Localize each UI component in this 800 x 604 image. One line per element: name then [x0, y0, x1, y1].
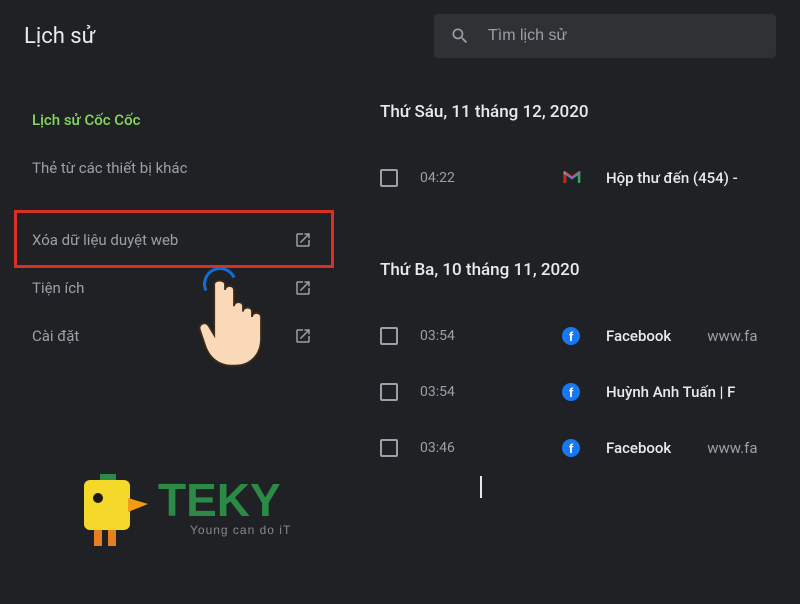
external-link-icon [294, 279, 312, 297]
sidebar-item-label: Lịch sử Cốc Cốc [32, 111, 140, 129]
page-title: Lịch sử [24, 24, 424, 49]
sidebar-item-extensions[interactable]: Tiện ích [28, 264, 328, 312]
entry-title: Hộp thư đến (454) - [606, 169, 738, 187]
gmail-icon [562, 169, 580, 187]
history-row[interactable]: 03:54 f Huỳnh Anh Tuấn | F [380, 364, 800, 420]
entry-time: 03:54 [420, 328, 470, 344]
day-group: Thứ Ba, 10 tháng 11, 2020 03:54 f Facebo… [380, 242, 800, 498]
sidebar-item-settings[interactable]: Cài đặt [28, 312, 328, 360]
search-container[interactable] [434, 14, 776, 58]
sidebar-item-label: Thẻ từ các thiết bị khác [32, 159, 187, 177]
facebook-icon: f [562, 383, 580, 401]
facebook-icon: f [562, 327, 580, 345]
entry-title: Facebook [606, 327, 671, 345]
external-link-icon [294, 231, 312, 249]
sidebar-item-label: Tiện ích [32, 279, 84, 297]
history-row[interactable]: 04:22 Hộp thư đến (454) - [380, 150, 800, 206]
sidebar-item-label: Cài đặt [32, 327, 79, 345]
main-content: Thứ Sáu, 11 tháng 12, 2020 04:22 Hộp thư… [344, 72, 800, 604]
sidebar-item-label: Xóa dữ liệu duyệt web [32, 231, 178, 249]
search-input[interactable] [488, 27, 760, 45]
sidebar-item-tabs-other-devices[interactable]: Thẻ từ các thiết bị khác [28, 144, 328, 192]
entry-time: 04:22 [420, 170, 470, 186]
checkbox[interactable] [380, 327, 398, 345]
external-link-icon [294, 327, 312, 345]
sidebar-item-history[interactable]: Lịch sử Cốc Cốc [28, 96, 328, 144]
facebook-icon: f [562, 439, 580, 457]
entry-time: 03:54 [420, 384, 470, 400]
entry-time: 03:46 [420, 440, 470, 456]
sidebar-item-clear-browsing-data[interactable]: Xóa dữ liệu duyệt web [28, 216, 328, 264]
history-row[interactable]: 03:54 f Facebook www.fa [380, 308, 800, 364]
history-row[interactable]: 03:46 f Facebook www.fa [380, 420, 800, 476]
day-group: Thứ Sáu, 11 tháng 12, 2020 04:22 Hộp thư… [380, 84, 800, 206]
sidebar: Lịch sử Cốc Cốc Thẻ từ các thiết bị khác… [0, 72, 344, 604]
text-cursor [480, 476, 482, 498]
layout: Lịch sử Cốc Cốc Thẻ từ các thiết bị khác… [0, 72, 800, 604]
search-icon [450, 26, 470, 46]
entry-url: www.fa [707, 327, 757, 345]
day-header: Thứ Sáu, 11 tháng 12, 2020 [380, 84, 800, 150]
entry-url: www.fa [707, 439, 757, 457]
header: Lịch sử [0, 0, 800, 72]
entry-title: Huỳnh Anh Tuấn | F [606, 383, 735, 401]
checkbox[interactable] [380, 383, 398, 401]
entry-title: Facebook [606, 439, 671, 457]
day-header: Thứ Ba, 10 tháng 11, 2020 [380, 242, 800, 308]
checkbox[interactable] [380, 169, 398, 187]
checkbox[interactable] [380, 439, 398, 457]
